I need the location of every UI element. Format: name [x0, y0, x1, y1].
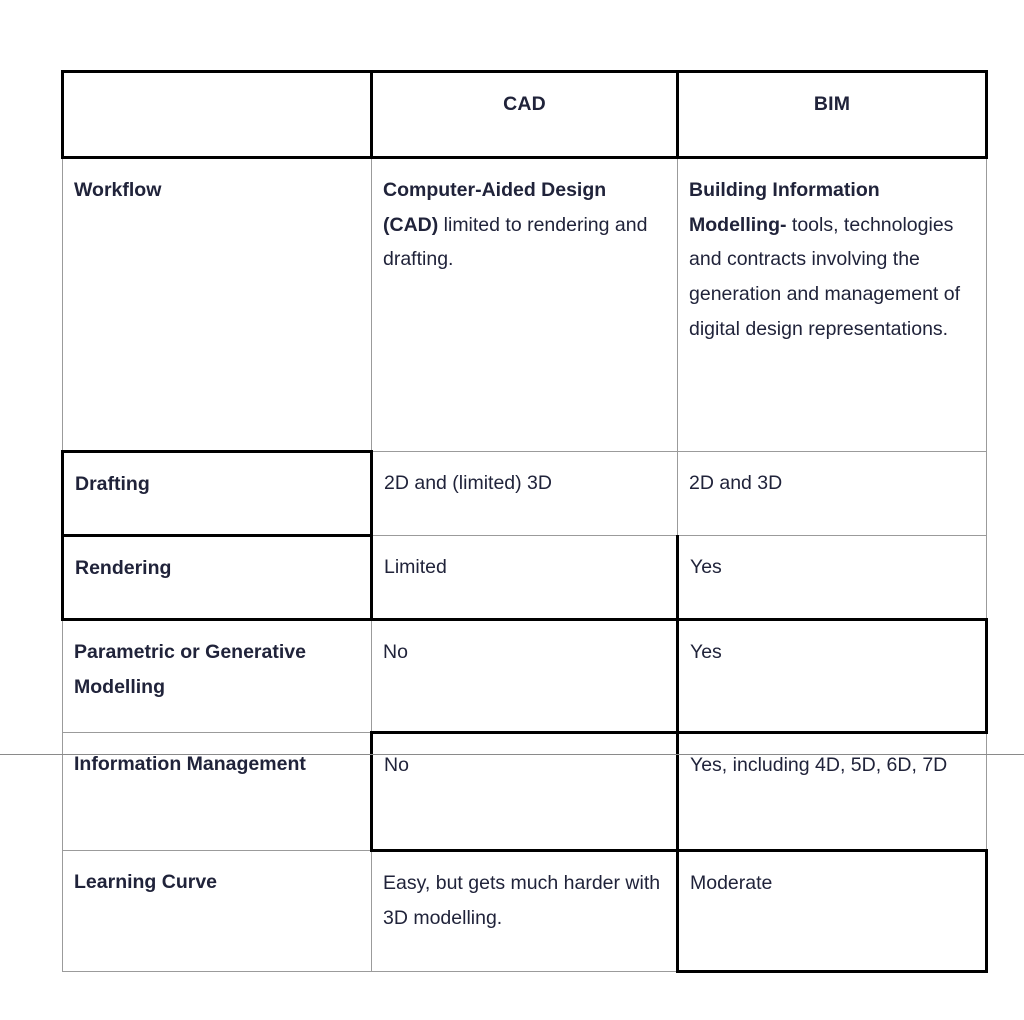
cell-drafting-cad: 2D and (limited) 3D: [371, 451, 678, 536]
cell-parametric-cad: No: [371, 619, 679, 734]
cell-learning-bim: Moderate: [677, 850, 988, 973]
cell-workflow-bim: Building Information Modelling- tools, t…: [677, 157, 987, 452]
table-header-row: CAD BIM: [61, 70, 988, 159]
cell-infomgmt-bim: Yes, including 4D, 5D, 6D, 7D: [677, 732, 987, 852]
table-row: Drafting 2D and (limited) 3D 2D and 3D: [61, 451, 987, 537]
row-label-drafting: Drafting: [61, 451, 373, 537]
table-row: Workflow Computer-Aided Design (CAD) lim…: [62, 157, 987, 453]
cell-rendering-bim: Yes: [677, 535, 987, 621]
page-break-rule: [0, 754, 1024, 755]
cell-text: Computer-Aided Design (CAD) limited to r…: [383, 173, 666, 277]
row-label-rendering: Rendering: [61, 535, 373, 621]
table-row: Rendering Limited Yes: [61, 535, 987, 621]
cell-parametric-bim: Yes: [677, 619, 988, 734]
header-cell-bim: BIM: [677, 70, 988, 159]
cell-rendering-cad: Limited: [371, 535, 679, 621]
header-cell-cad: CAD: [371, 70, 679, 159]
table-row: Information Management No Yes, including…: [62, 732, 987, 852]
row-label-learning-curve: Learning Curve: [62, 850, 372, 972]
cell-workflow-cad: Computer-Aided Design (CAD) limited to r…: [371, 157, 678, 452]
row-label-parametric-modelling: Parametric or Generative Modelling: [62, 619, 372, 733]
cell-drafting-bim: 2D and 3D: [677, 451, 987, 536]
row-label-workflow: Workflow: [62, 157, 372, 453]
cell-infomgmt-cad: No: [371, 732, 679, 852]
cell-learning-cad: Easy, but gets much harder with 3D model…: [371, 850, 679, 972]
table-row: Learning Curve Easy, but gets much harde…: [62, 850, 988, 973]
header-cell-blank: [61, 70, 373, 159]
cell-text: Building Information Modelling- tools, t…: [689, 173, 975, 347]
row-label-information-management: Information Management: [62, 732, 373, 851]
cad-vs-bim-comparison-table: CAD BIM Workflow Computer-Aided Design (…: [61, 70, 988, 973]
table-row: Parametric or Generative Modelling No Ye…: [62, 619, 988, 734]
